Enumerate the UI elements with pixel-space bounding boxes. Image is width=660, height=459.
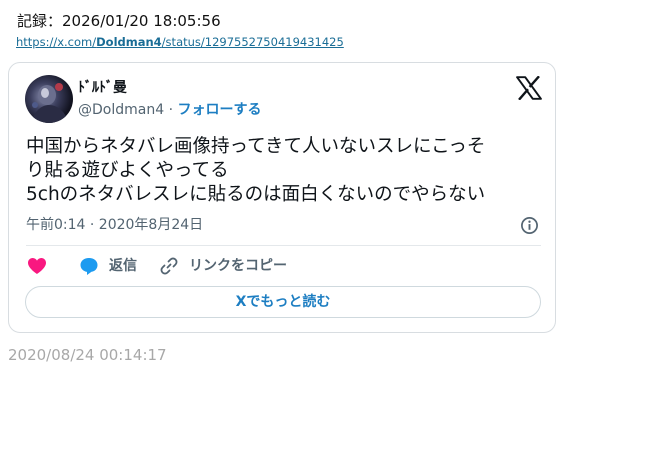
source-url-link[interactable]: https://x.com/Doldman4/status/1297552750…	[16, 34, 344, 50]
divider	[26, 245, 541, 246]
record-line: 記録：2026/01/20 18:05:56	[17, 11, 221, 31]
display-name[interactable]: ﾄﾞﾙﾄﾞ曼	[78, 79, 127, 97]
avatar-image	[31, 83, 69, 123]
record-label: 記録：	[17, 12, 63, 30]
tweet-timestamp[interactable]: 午前0:14 · 2020年8月24日	[26, 216, 203, 234]
reply-bubble-icon	[80, 258, 98, 275]
x-logo-icon[interactable]	[516, 76, 542, 100]
source-url-user: Doldman4	[96, 35, 162, 49]
tweet-text-line: 5chのネタバレスレに貼るのは面白くないのでやらない	[26, 184, 486, 205]
avatar[interactable]	[25, 75, 73, 123]
source-url-prefix: https://x.com/	[16, 35, 97, 49]
record-datetime: 2026/01/20 18:05:56	[62, 12, 221, 30]
tweet-text: 中国からネタバレ画像持ってきて人いないスレにこっそ り貼る遊びよくやってる 5c…	[26, 135, 541, 207]
heart-icon[interactable]	[27, 257, 47, 275]
info-icon[interactable]	[520, 216, 539, 235]
source-url-suffix: /status/1297552750419431425	[161, 35, 344, 49]
reply-label: 返信	[109, 258, 137, 274]
user-handle[interactable]: @Doldman4	[78, 102, 164, 118]
tweet-embed-card[interactable]: ﾄﾞﾙﾄﾞ曼 @Doldman4 · フォローする 中国からネタバレ画像持ってき…	[8, 62, 556, 333]
handle-row: @Doldman4 · フォローする	[78, 101, 261, 119]
link-icon	[160, 257, 178, 275]
archived-timestamp: 2020/08/24 00:14:17	[8, 346, 167, 364]
tweet-text-line: 中国からネタバレ画像持ってきて人いないスレにこっそ	[26, 136, 486, 157]
follow-button[interactable]: フォローする	[177, 102, 261, 118]
copy-link-label: リンクをコピー	[189, 258, 287, 274]
handle-separator: ·	[168, 102, 174, 118]
read-more-on-x-button[interactable]: Xでもっと読む	[25, 286, 541, 318]
tweet-text-line: り貼る遊びよくやってる	[26, 160, 229, 181]
